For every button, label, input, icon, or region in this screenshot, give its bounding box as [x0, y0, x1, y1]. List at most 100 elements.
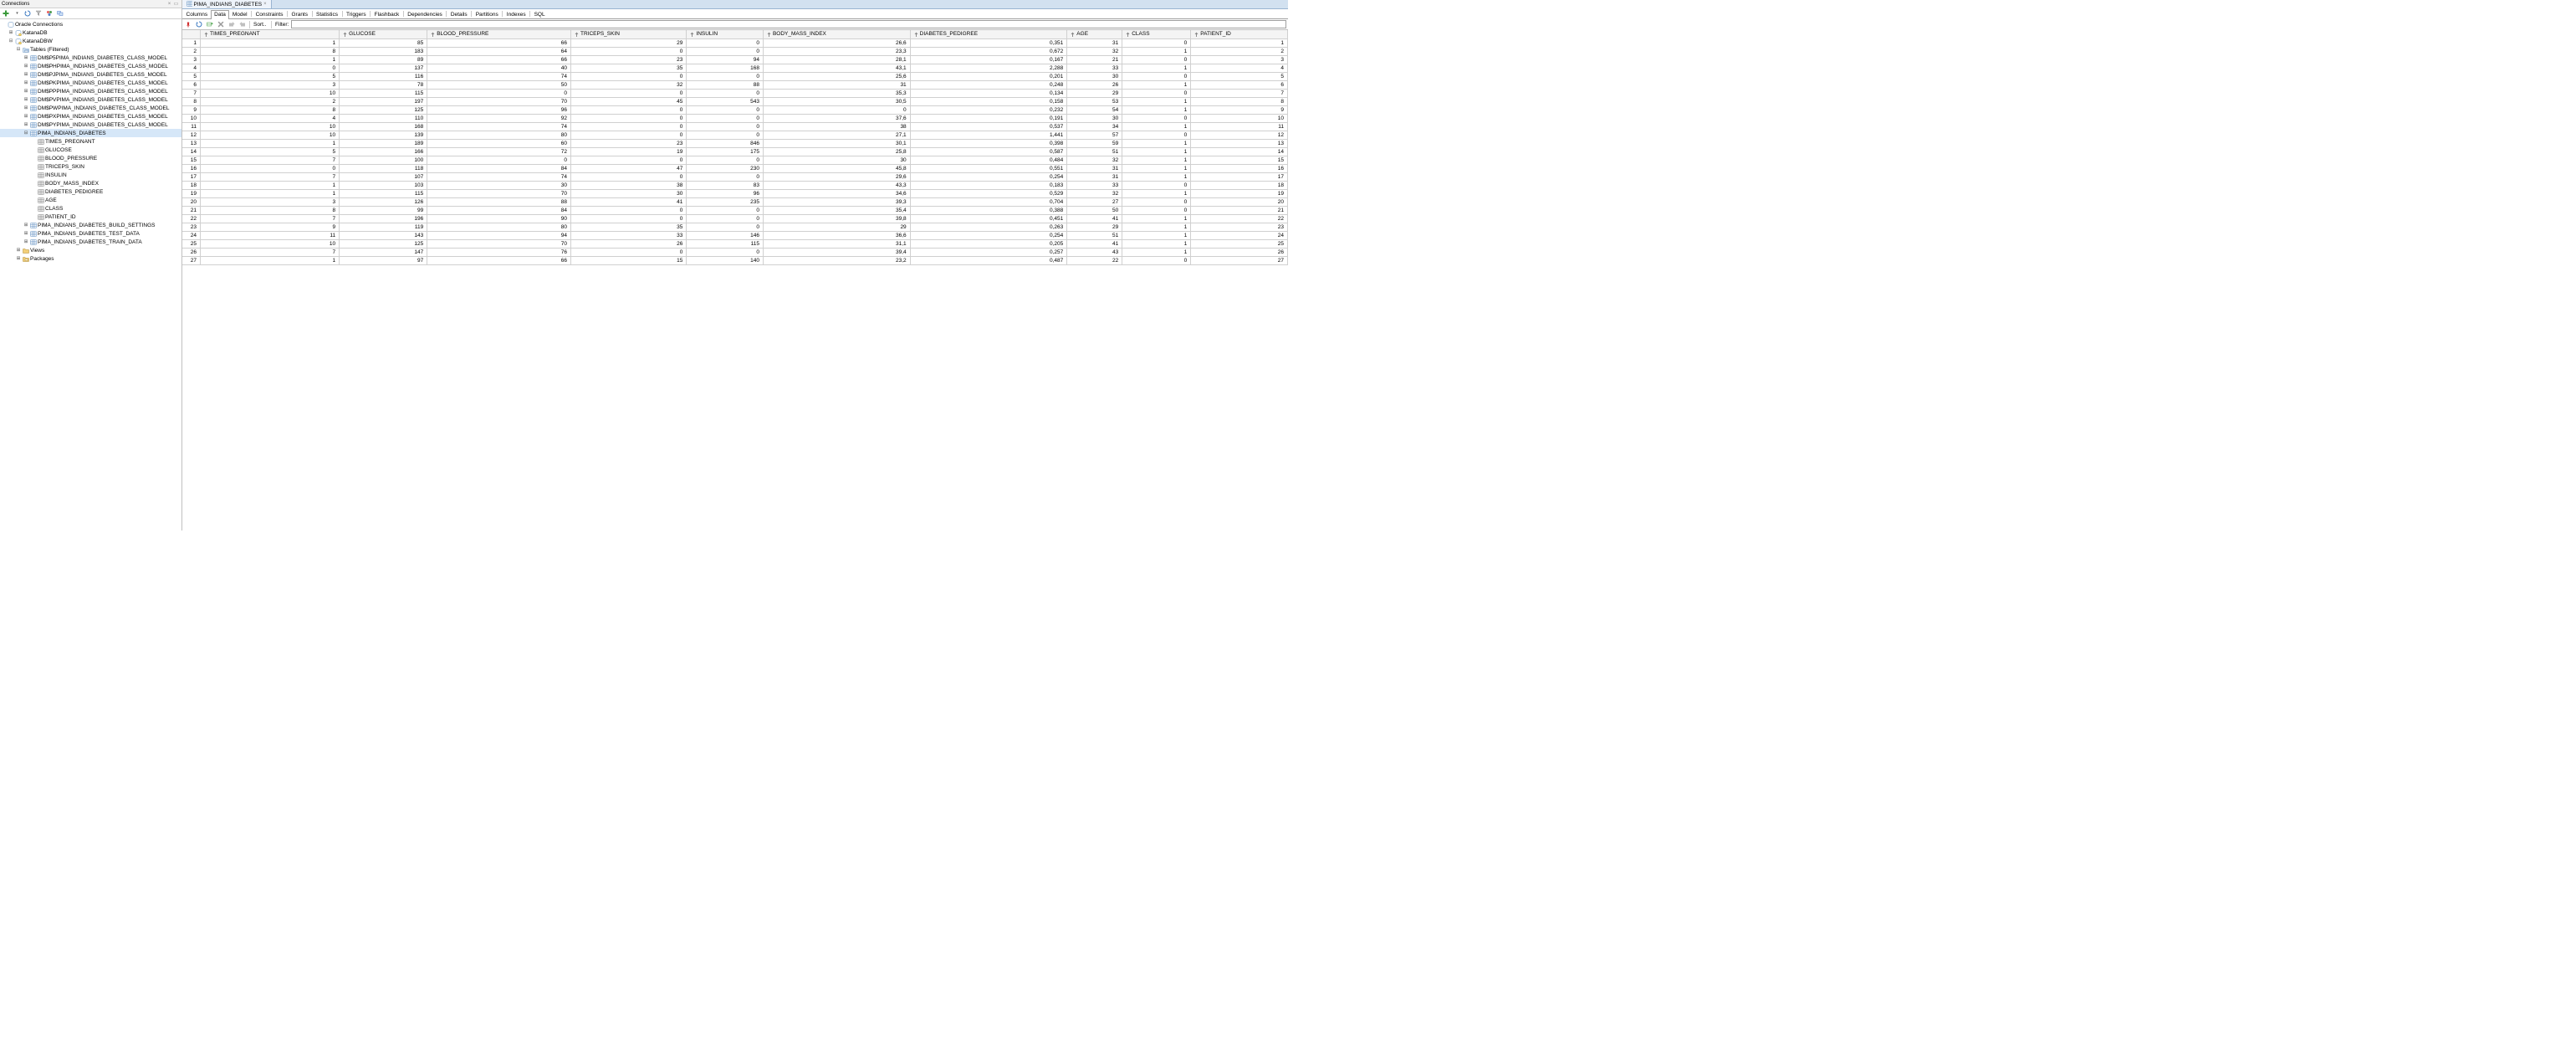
table-row[interactable]: 11856629026,60,3513101: [182, 38, 1288, 47]
data-cell[interactable]: 29: [1067, 89, 1122, 97]
data-cell[interactable]: 235: [687, 197, 764, 206]
data-cell[interactable]: 0,158: [910, 97, 1067, 105]
data-cell[interactable]: 7: [201, 248, 340, 256]
data-cell[interactable]: 0: [570, 172, 686, 181]
data-cell[interactable]: 168: [340, 122, 427, 131]
sort-button[interactable]: Sort..: [252, 21, 268, 28]
column-header[interactable]: INSULIN: [687, 30, 764, 38]
data-cell[interactable]: 19: [570, 147, 686, 156]
data-cell[interactable]: 140: [687, 256, 764, 264]
table-node[interactable]: ⊞DM$P5PIMA_INDIANS_DIABETES_CLASS_MODEL: [0, 54, 181, 62]
expander-icon[interactable]: ⊞: [23, 223, 29, 228]
column-node[interactable]: AGE: [0, 196, 181, 204]
data-cell[interactable]: 0: [570, 89, 686, 97]
data-cell[interactable]: 0: [570, 72, 686, 80]
column-node[interactable]: BODY_MASS_INDEX: [0, 179, 181, 187]
close-tab-icon[interactable]: ×: [263, 2, 267, 7]
expander-icon[interactable]: ⊞: [23, 231, 29, 236]
column-header[interactable]: AGE: [1067, 30, 1122, 38]
sub-tab-dependencies[interactable]: Dependencies: [404, 10, 446, 19]
data-cell[interactable]: 50: [1067, 206, 1122, 214]
data-cell[interactable]: 39,8: [763, 214, 910, 223]
data-cell[interactable]: 30: [427, 181, 571, 189]
data-cell[interactable]: 5: [201, 72, 340, 80]
data-cell[interactable]: 107: [340, 172, 427, 181]
data-grid[interactable]: TIMES_PREGNANTGLUCOSEBLOOD_PRESSURETRICE…: [182, 30, 1289, 530]
table-row[interactable]: 131189602384630,10,39859113: [182, 139, 1288, 147]
data-cell[interactable]: 40: [427, 64, 571, 72]
data-cell[interactable]: 31,1: [763, 239, 910, 248]
data-cell[interactable]: 57: [1067, 131, 1122, 139]
data-cell[interactable]: 1: [1191, 38, 1288, 47]
data-cell[interactable]: 7: [1191, 89, 1288, 97]
data-cell[interactable]: 34,6: [763, 189, 910, 197]
data-cell[interactable]: 6: [1191, 80, 1288, 89]
data-cell[interactable]: 0: [570, 248, 686, 256]
table-node[interactable]: ⊞DM$PWPIMA_INDIANS_DIABETES_CLASS_MODEL: [0, 104, 181, 112]
data-cell[interactable]: 88: [687, 80, 764, 89]
expander-icon[interactable]: ⊞: [23, 105, 29, 110]
data-cell[interactable]: 110: [340, 114, 427, 122]
expander-icon[interactable]: ⊞: [15, 256, 22, 261]
data-cell[interactable]: 51: [1067, 147, 1122, 156]
data-cell[interactable]: 0: [687, 122, 764, 131]
data-cell[interactable]: 33: [1067, 64, 1122, 72]
commit-button[interactable]: [227, 20, 236, 28]
data-cell[interactable]: 4: [1191, 64, 1288, 72]
data-cell[interactable]: 2: [1191, 47, 1288, 55]
table-row[interactable]: 6378503288310,2482616: [182, 80, 1288, 89]
data-cell[interactable]: 27,1: [763, 131, 910, 139]
data-cell[interactable]: 1: [1122, 47, 1191, 55]
data-cell[interactable]: 41: [1067, 239, 1122, 248]
table-row[interactable]: 28183640023,30,6723212: [182, 47, 1288, 55]
data-cell[interactable]: 1: [201, 38, 340, 47]
table-row[interactable]: 160118844723045,80,55131116: [182, 164, 1288, 172]
data-cell[interactable]: 35: [570, 223, 686, 231]
table-row[interactable]: 318966239428,10,1672103: [182, 55, 1288, 64]
data-cell[interactable]: 29,6: [763, 172, 910, 181]
column-header[interactable]: CLASS: [1122, 30, 1191, 38]
data-cell[interactable]: 9: [201, 223, 340, 231]
expander-icon[interactable]: ⊞: [23, 239, 29, 244]
data-cell[interactable]: 137: [340, 64, 427, 72]
data-cell[interactable]: 39,3: [763, 197, 910, 206]
new-dropdown-button[interactable]: ▾: [13, 9, 22, 18]
data-cell[interactable]: 0: [763, 105, 910, 114]
data-cell[interactable]: 0,484: [910, 156, 1067, 164]
data-cell[interactable]: 20: [1191, 197, 1288, 206]
data-cell[interactable]: 0,254: [910, 172, 1067, 181]
data-cell[interactable]: 74: [427, 122, 571, 131]
data-cell[interactable]: 96: [687, 189, 764, 197]
data-cell[interactable]: 0,205: [910, 239, 1067, 248]
data-cell[interactable]: 0,167: [910, 55, 1067, 64]
column-node[interactable]: TIMES_PREGNANT: [0, 137, 181, 146]
data-cell[interactable]: 0: [570, 214, 686, 223]
data-cell[interactable]: 94: [687, 55, 764, 64]
data-cell[interactable]: 0,398: [910, 139, 1067, 147]
data-cell[interactable]: 1: [1122, 231, 1191, 239]
data-cell[interactable]: 54: [1067, 105, 1122, 114]
data-cell[interactable]: 543: [687, 97, 764, 105]
data-cell[interactable]: 43,1: [763, 64, 910, 72]
data-cell[interactable]: 1: [1122, 64, 1191, 72]
data-cell[interactable]: 197: [340, 97, 427, 105]
column-node[interactable]: CLASS: [0, 204, 181, 213]
refresh-button[interactable]: [23, 9, 33, 18]
data-cell[interactable]: 99: [340, 206, 427, 214]
data-cell[interactable]: 45,8: [763, 164, 910, 172]
data-cell[interactable]: 0,232: [910, 105, 1067, 114]
data-cell[interactable]: 14: [1191, 147, 1288, 156]
data-cell[interactable]: 0: [687, 105, 764, 114]
data-cell[interactable]: 0,672: [910, 47, 1067, 55]
data-cell[interactable]: 70: [427, 189, 571, 197]
data-cell[interactable]: 26: [570, 239, 686, 248]
sub-tab-model[interactable]: Model: [229, 10, 251, 19]
data-cell[interactable]: 30,1: [763, 139, 910, 147]
tree-folder[interactable]: ⊞Packages: [0, 254, 181, 263]
table-row[interactable]: 145166721917525,80,58751114: [182, 147, 1288, 156]
data-cell[interactable]: 30: [570, 189, 686, 197]
data-cell[interactable]: 0,257: [910, 248, 1067, 256]
data-cell[interactable]: 84: [427, 206, 571, 214]
sub-tab-statistics[interactable]: Statistics: [313, 10, 341, 19]
data-cell[interactable]: 0: [687, 47, 764, 55]
